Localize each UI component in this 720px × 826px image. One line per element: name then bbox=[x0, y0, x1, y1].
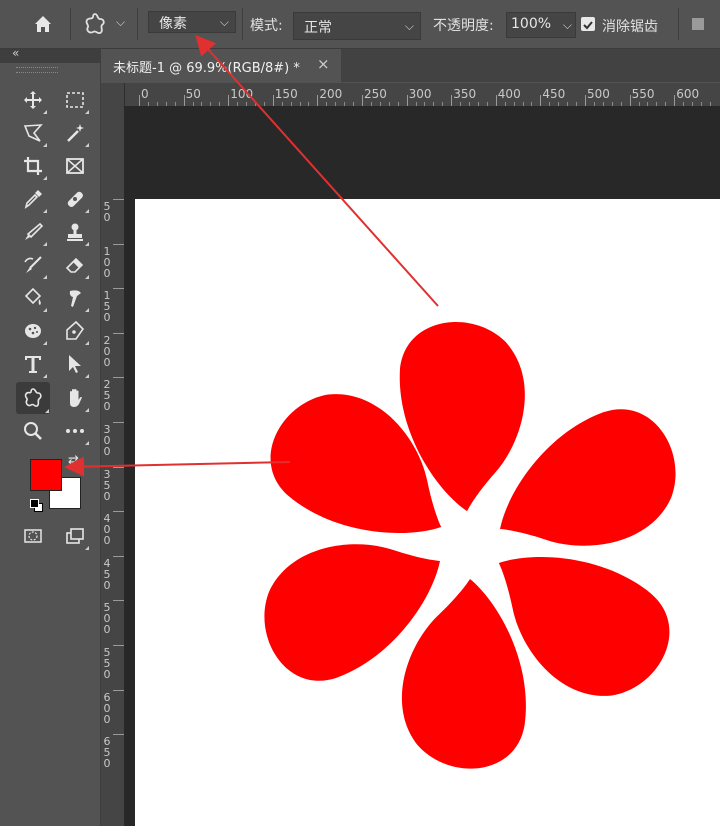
annotation-arrow-to-color bbox=[64, 456, 291, 477]
pinwheel-shape[interactable] bbox=[241, 316, 700, 769]
annotation-arrow-to-mode bbox=[195, 35, 439, 307]
artwork-overlay bbox=[64, 35, 700, 769]
petal[interactable] bbox=[401, 579, 526, 769]
